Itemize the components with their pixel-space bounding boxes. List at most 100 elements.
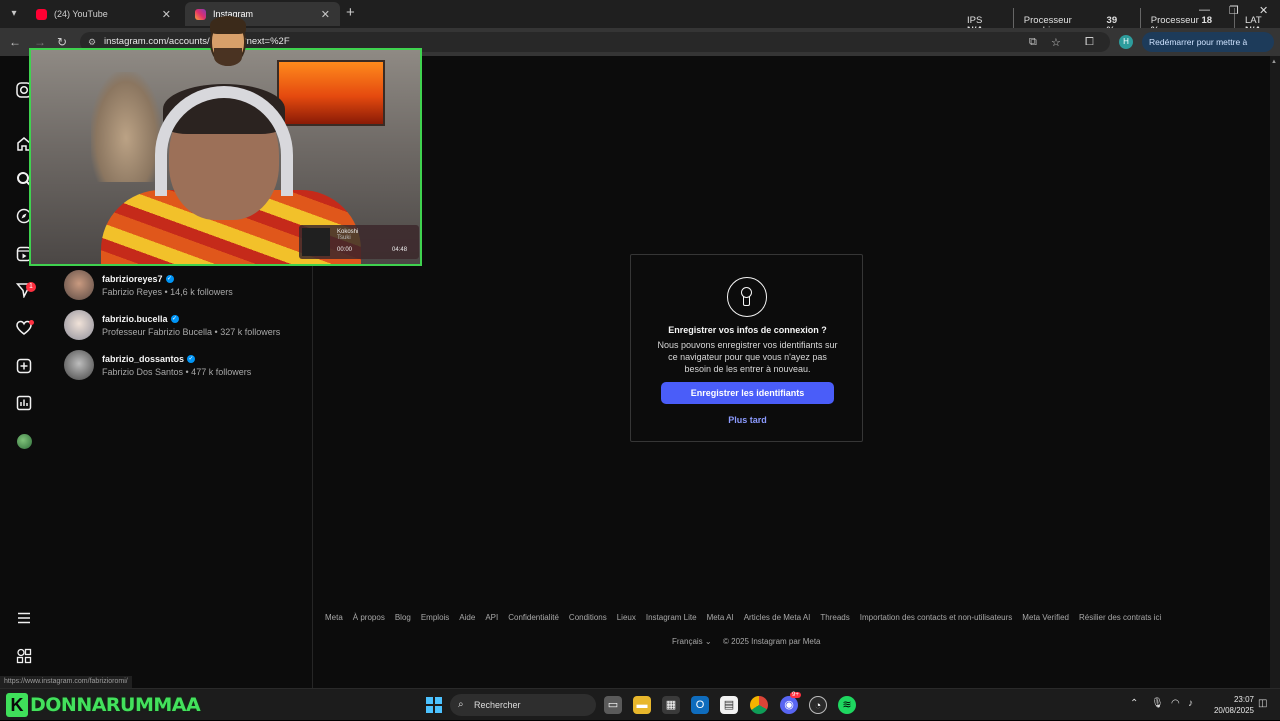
page-scrollbar[interactable]: ▲ [1270, 56, 1280, 688]
footer-link[interactable]: Meta Verified [1022, 613, 1069, 622]
task-view-icon[interactable]: ▭ [604, 696, 622, 714]
restart-to-update-button[interactable]: Redémarrer pour mettre à jour⋮ [1142, 32, 1274, 67]
bookmark-star-icon[interactable]: ☆ [1051, 36, 1061, 49]
start-button[interactable] [426, 697, 442, 713]
footer-link[interactable]: À propos [353, 613, 385, 622]
footer-link[interactable]: Importation des contacts et non-utilisat… [860, 613, 1013, 622]
footer-links: Meta À propos Blog Emplois Aide API Conf… [325, 613, 1161, 622]
copyright: © 2025 Instagram par Meta [723, 637, 821, 646]
steam-icon[interactable]: ◔ [809, 696, 827, 714]
taskbar-clock[interactable]: 23:07 20/08/2025 [1206, 694, 1254, 716]
footer-link[interactable]: API [485, 613, 498, 622]
dashboard-icon[interactable] [14, 393, 34, 413]
wifi-icon[interactable]: ◠ [1171, 698, 1180, 709]
back-button[interactable]: ← [9, 35, 21, 49]
footer-link[interactable]: Meta AI [707, 613, 734, 622]
webcam-overlay: Kokoshi Tsuki 00:00 04:48 [29, 48, 422, 266]
close-tab-icon[interactable]: ✕ [162, 8, 171, 21]
notification-bell-icon[interactable]: ◫ [1258, 698, 1267, 709]
search-result[interactable]: fabrizio.bucella ✓ Professeur Fabrizio Bu… [64, 309, 280, 341]
chevron-down-icon: ⌄ [704, 637, 712, 646]
track-total: 04:48 [392, 247, 408, 253]
footer-link[interactable]: Threads [820, 613, 849, 622]
also-from-meta-icon[interactable] [14, 646, 34, 666]
instagram-icon [195, 8, 206, 20]
footer-link[interactable]: Lieux [617, 613, 636, 622]
footer-link[interactable]: Emplois [421, 613, 449, 622]
link-status-url: https://www.instagram.com/fabrizioromi/ [0, 676, 132, 688]
windows-taskbar: K DONNARUMMAA ⌕ Rechercher ▭ ▬ ▦ O ▤ ◉ 9… [0, 688, 1280, 720]
search-icon: ⌕ [458, 699, 464, 710]
youtube-icon [36, 8, 47, 20]
verified-badge-icon: ✓ [165, 274, 174, 283]
messages-badge: 1 [26, 282, 36, 292]
now-playing-widget: Kokoshi Tsuki 00:00 04:48 [299, 225, 419, 259]
album-art [302, 228, 330, 256]
browser-tab-strip: ▾ (24) YouTube ✕ Instagram ✕ + IPS N/A P… [0, 0, 1280, 36]
result-avatar [64, 350, 94, 380]
spotify-icon[interactable]: ≋ [838, 696, 856, 714]
new-tab-button[interactable]: + [346, 4, 355, 21]
verified-badge-icon: ✓ [170, 314, 179, 323]
footer-link[interactable]: Confidentialité [508, 613, 559, 622]
fireplace-screen [277, 60, 385, 126]
footer-link[interactable]: Résilier des contrats ici [1079, 613, 1161, 622]
store-icon[interactable]: ▦ [662, 696, 680, 714]
show-hidden-icons[interactable]: ⌃ [1130, 698, 1138, 709]
result-avatar [64, 310, 94, 340]
result-username: fabrizio.bucella [102, 313, 168, 324]
extensions-icon[interactable]: ⧠ [1085, 36, 1094, 49]
restore-button[interactable]: ❐ [1229, 4, 1239, 17]
chrome-icon[interactable] [750, 696, 768, 714]
dialog-title: Enregistrer vos infos de connexion ? [668, 325, 827, 335]
notifications-dot [29, 320, 34, 325]
footer-link[interactable]: Blog [395, 613, 411, 622]
save-credentials-button[interactable]: Enregistrer les identifiants [661, 382, 834, 404]
profile-icon[interactable] [14, 431, 34, 451]
dialog-body: Nous pouvons enregistrer vos identifiant… [657, 340, 838, 374]
footer-link[interactable]: Meta [325, 613, 343, 622]
kick-logo: K [6, 693, 28, 717]
minimize-button[interactable]: — [1199, 4, 1210, 16]
install-app-icon[interactable]: ⧉ [1029, 36, 1037, 49]
outlook-icon[interactable]: O [691, 696, 709, 714]
track-artist: Tsuki [337, 235, 351, 241]
url-text: instagram.com/accounts/onetap/?next=%2F [104, 36, 290, 47]
pampas-plant [91, 72, 161, 182]
streamer-name: DONNARUMMAA [30, 694, 201, 716]
result-subtitle: Fabrizio Reyes • 14,6 k followers [102, 286, 233, 297]
save-login-dialog: Enregistrer vos infos de connexion ? Nou… [630, 254, 863, 442]
language-selector[interactable]: Français ⌄ [672, 637, 712, 646]
forward-button[interactable]: → [34, 35, 46, 49]
discord-icon[interactable]: ◉ [780, 696, 798, 714]
mascot-hair [210, 16, 246, 34]
microphone-icon[interactable]: 🎙︎ [1151, 698, 1164, 709]
taskbar-search[interactable]: ⌕ Rechercher [450, 694, 596, 716]
more-menu-icon[interactable] [14, 608, 34, 628]
not-now-button[interactable]: Plus tard [631, 415, 864, 425]
tab-youtube[interactable]: (24) YouTube ✕ [26, 2, 181, 26]
result-avatar [64, 270, 94, 300]
footer-link[interactable]: Aide [459, 613, 475, 622]
create-icon[interactable] [14, 356, 34, 376]
result-username: fabrizioreyes7 [102, 273, 163, 284]
footer-link[interactable]: Conditions [569, 613, 607, 622]
track-elapsed: 00:00 [337, 247, 353, 253]
footer-link[interactable]: Articles de Meta AI [744, 613, 811, 622]
profile-avatar[interactable]: H [1119, 35, 1133, 49]
search-result[interactable]: fabrizioreyes7 ✓ Fabrizio Reyes • 14,6 k … [64, 269, 233, 301]
keyhole-icon [727, 277, 767, 317]
close-tab-icon[interactable]: ✕ [321, 8, 330, 21]
tab-search-icon[interactable]: ▾ [6, 6, 22, 22]
result-username: fabrizio_dossantos [102, 353, 185, 364]
file-explorer-icon[interactable]: ▬ [633, 696, 651, 714]
stream-branding: K DONNARUMMAA [6, 689, 201, 721]
reload-button[interactable]: ↻ [57, 35, 67, 49]
volume-icon[interactable]: ♪ [1188, 698, 1193, 709]
cartoon-mascot [206, 12, 250, 70]
footer-link[interactable]: Instagram Lite [646, 613, 697, 622]
search-result[interactable]: fabrizio_dossantos ✓ Fabrizio Dos Santos … [64, 349, 251, 381]
result-subtitle: Fabrizio Dos Santos • 477 k followers [102, 366, 252, 377]
notepad-icon[interactable]: ▤ [720, 696, 738, 714]
close-window-button[interactable]: ✕ [1259, 4, 1268, 17]
